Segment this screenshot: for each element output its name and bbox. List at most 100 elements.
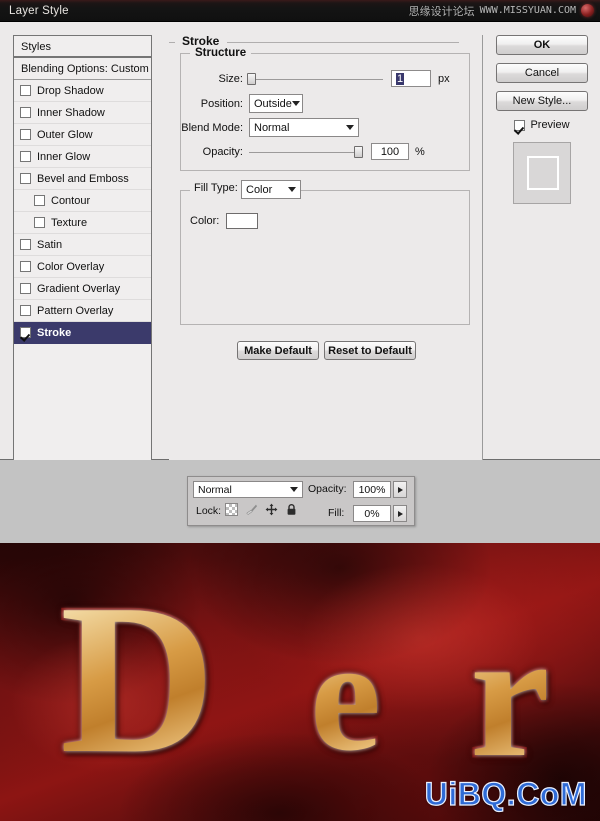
- layer-opacity-label: Opacity:: [308, 483, 347, 495]
- opacity-slider-knob[interactable]: [354, 145, 363, 158]
- styles-effect-list: Drop Shadow Inner Shadow Outer Glow Inner G…: [14, 80, 151, 466]
- size-slider-track: [249, 78, 383, 80]
- position-row: Position: Outside: [181, 94, 467, 113]
- reset-to-default-button[interactable]: Reset to Default: [324, 341, 416, 360]
- fill-value[interactable]: 0%: [353, 505, 391, 522]
- make-default-button[interactable]: Make Default: [237, 341, 319, 360]
- style-item-drop-shadow[interactable]: Drop Shadow: [14, 80, 151, 102]
- style-item-label: Pattern Overlay: [37, 304, 114, 317]
- stroke-group: Stroke Structure Size: 1 px Position: Ou…: [169, 34, 470, 325]
- fill-type-label: Fill Type:: [190, 182, 242, 194]
- new-style-button[interactable]: New Style...: [496, 91, 588, 111]
- color-row: Color:: [190, 213, 259, 229]
- styles-list-panel: Styles Blending Options: Custom Drop Sha…: [13, 35, 152, 467]
- style-item-label: Outer Glow: [37, 128, 93, 141]
- stroke-settings-panel: Stroke Structure Size: 1 px Position: Ou…: [169, 34, 483, 467]
- style-checkbox[interactable]: [20, 151, 31, 162]
- letter-glyph: D: [60, 559, 216, 798]
- preview-stroke-shape: [527, 156, 559, 190]
- style-checkbox[interactable]: [20, 107, 31, 118]
- cancel-button[interactable]: Cancel: [496, 63, 588, 83]
- layer-blend-mode-dropdown[interactable]: Normal: [193, 481, 303, 498]
- lock-position-icon[interactable]: [265, 503, 278, 516]
- style-item-inner-shadow[interactable]: Inner Shadow: [14, 102, 151, 124]
- style-preview-thumbnail: [513, 142, 571, 204]
- style-item-color-overlay[interactable]: Color Overlay: [14, 256, 151, 278]
- letter-glyph: r: [470, 595, 550, 794]
- preview-checkbox[interactable]: [514, 119, 526, 131]
- style-checkbox[interactable]: [20, 305, 31, 316]
- stroke-group-border-right: [227, 42, 459, 43]
- style-item-label: Texture: [51, 216, 88, 229]
- layer-blend-mode-value: Normal: [198, 483, 232, 496]
- watermark-chinese-text: 思缘设计论坛: [408, 4, 475, 18]
- fill-label: Fill:: [328, 507, 345, 519]
- stroke-group-border-left: [169, 42, 175, 43]
- chevron-down-icon: [346, 125, 354, 130]
- lock-all-icon[interactable]: [285, 503, 298, 516]
- style-item-pattern-overlay[interactable]: Pattern Overlay: [14, 300, 151, 322]
- style-item-bevel-and-emboss[interactable]: Bevel and Emboss: [14, 168, 151, 190]
- layers-panel: Normal Opacity: 100% Lock: Fill: 0%: [187, 476, 415, 526]
- lock-transparency-icon[interactable]: [225, 503, 238, 516]
- window-title-bar: Layer Style 思缘设计论坛 WWW.MISSYUAN.COM: [0, 0, 600, 22]
- style-item-label: Satin: [37, 238, 63, 251]
- style-checkbox[interactable]: [20, 261, 31, 272]
- fill-type-dropdown[interactable]: Color: [241, 180, 301, 199]
- opacity-row: Opacity: 100 %: [181, 143, 467, 160]
- position-dropdown[interactable]: Outside: [249, 94, 303, 113]
- color-swatch[interactable]: [226, 213, 259, 229]
- ok-button[interactable]: OK: [496, 35, 588, 55]
- style-checkbox[interactable]: [20, 85, 31, 96]
- blend-mode-row: Blend Mode: Normal: [181, 118, 467, 137]
- watermark-dot-icon: [581, 4, 594, 17]
- size-slider[interactable]: [247, 72, 383, 85]
- style-item-stroke[interactable]: Stroke: [14, 322, 151, 344]
- style-checkbox[interactable]: [20, 283, 31, 294]
- position-label: Position:: [200, 97, 243, 110]
- style-item-texture[interactable]: Texture: [14, 212, 151, 234]
- structure-group-title: Structure: [190, 47, 252, 59]
- chevron-down-icon: [288, 187, 296, 192]
- size-unit-label: px: [438, 72, 450, 85]
- style-item-inner-glow[interactable]: Inner Glow: [14, 146, 151, 168]
- lock-icon-group: [225, 503, 298, 516]
- blend-mode-dropdown[interactable]: Normal: [249, 118, 359, 137]
- layer-opacity-stepper[interactable]: [393, 481, 407, 498]
- style-checkbox[interactable]: [20, 327, 31, 338]
- style-checkbox[interactable]: [20, 173, 31, 184]
- style-item-label: Stroke: [37, 326, 72, 339]
- document-canvas: DDeerr UiBQ.CoM: [0, 543, 600, 821]
- size-slider-knob[interactable]: [247, 72, 256, 85]
- window-title: Layer Style: [9, 4, 69, 17]
- opacity-input[interactable]: 100: [371, 143, 409, 160]
- style-item-contour[interactable]: Contour: [14, 190, 151, 212]
- blend-mode-label: Blend Mode:: [181, 121, 243, 134]
- style-item-label: Drop Shadow: [37, 84, 104, 97]
- opacity-slider[interactable]: [249, 145, 363, 158]
- lock-label: Lock:: [196, 505, 222, 517]
- letter-glyph: e: [310, 606, 382, 784]
- style-item-satin[interactable]: Satin: [14, 234, 151, 256]
- opacity-unit-label: %: [415, 145, 425, 158]
- watermark-url-text: WWW.MISSYUAN.COM: [479, 5, 576, 16]
- preview-toggle-row[interactable]: Preview: [496, 119, 588, 131]
- style-checkbox[interactable]: [20, 129, 31, 140]
- stroke-group-title: Stroke: [178, 34, 225, 48]
- blending-options-item[interactable]: Blending Options: Custom: [14, 58, 151, 80]
- blend-mode-dropdown-value: Normal: [254, 121, 290, 134]
- style-item-gradient-overlay[interactable]: Gradient Overlay: [14, 278, 151, 300]
- style-checkbox[interactable]: [34, 217, 45, 228]
- layer-opacity-value[interactable]: 100%: [353, 481, 391, 498]
- size-input[interactable]: 1: [391, 70, 431, 87]
- style-item-label: Inner Shadow: [37, 106, 105, 119]
- size-label: Size:: [218, 72, 243, 85]
- layer-style-dialog: Styles Blending Options: Custom Drop Sha…: [0, 22, 600, 467]
- fill-type-dropdown-value: Color: [246, 183, 273, 196]
- style-checkbox[interactable]: [34, 195, 45, 206]
- lock-image-icon[interactable]: [245, 503, 258, 516]
- style-item-outer-glow[interactable]: Outer Glow: [14, 124, 151, 146]
- workspace-gray-area: Normal Opacity: 100% Lock: Fill: 0%: [0, 460, 600, 543]
- fill-stepper[interactable]: [393, 505, 407, 522]
- style-checkbox[interactable]: [20, 239, 31, 250]
